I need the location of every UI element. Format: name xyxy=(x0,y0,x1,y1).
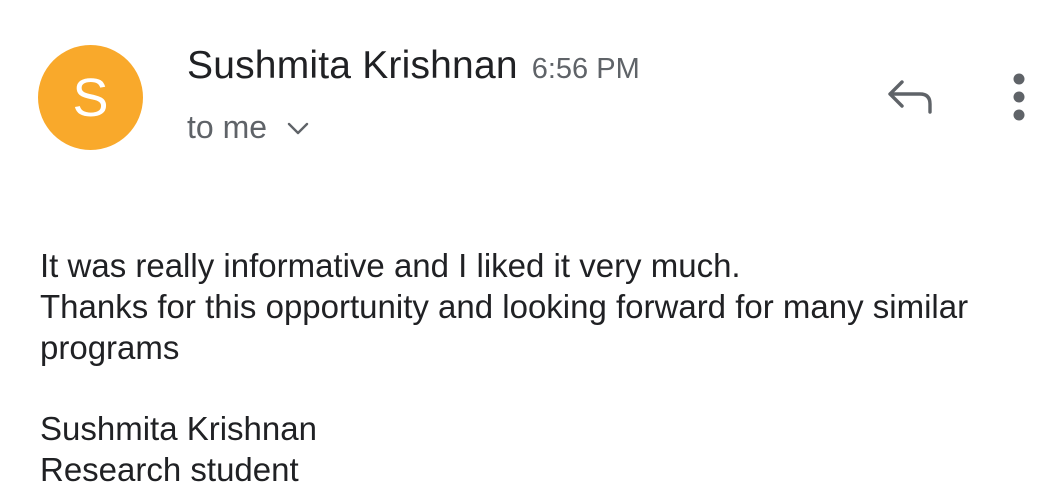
body-line: Thanks for this opportunity and looking … xyxy=(40,288,969,366)
avatar-initial: S xyxy=(72,67,109,128)
sender-name[interactable]: Sushmita Krishnan xyxy=(187,44,518,88)
reply-button[interactable] xyxy=(880,72,940,124)
sent-time: 6:56 PM xyxy=(531,53,640,85)
more-vertical-icon xyxy=(1012,72,1026,127)
reply-icon xyxy=(884,74,936,123)
chevron-down-icon xyxy=(285,115,311,141)
message-header: S Sushmita Krishnan 6:56 PM to me xyxy=(0,0,1061,180)
signature-title: Research student xyxy=(40,451,299,488)
sender-row: Sushmita Krishnan 6:56 PM xyxy=(187,44,640,88)
message-body: It was really informative and I liked it… xyxy=(40,245,1040,490)
body-line: It was really informative and I liked it… xyxy=(40,247,741,284)
recipient-label: to me xyxy=(187,109,268,145)
more-options-button[interactable] xyxy=(998,70,1040,128)
recipient-details-toggle[interactable]: to me xyxy=(187,109,311,146)
signature-name: Sushmita Krishnan xyxy=(40,410,317,447)
sender-avatar[interactable]: S xyxy=(38,45,143,150)
